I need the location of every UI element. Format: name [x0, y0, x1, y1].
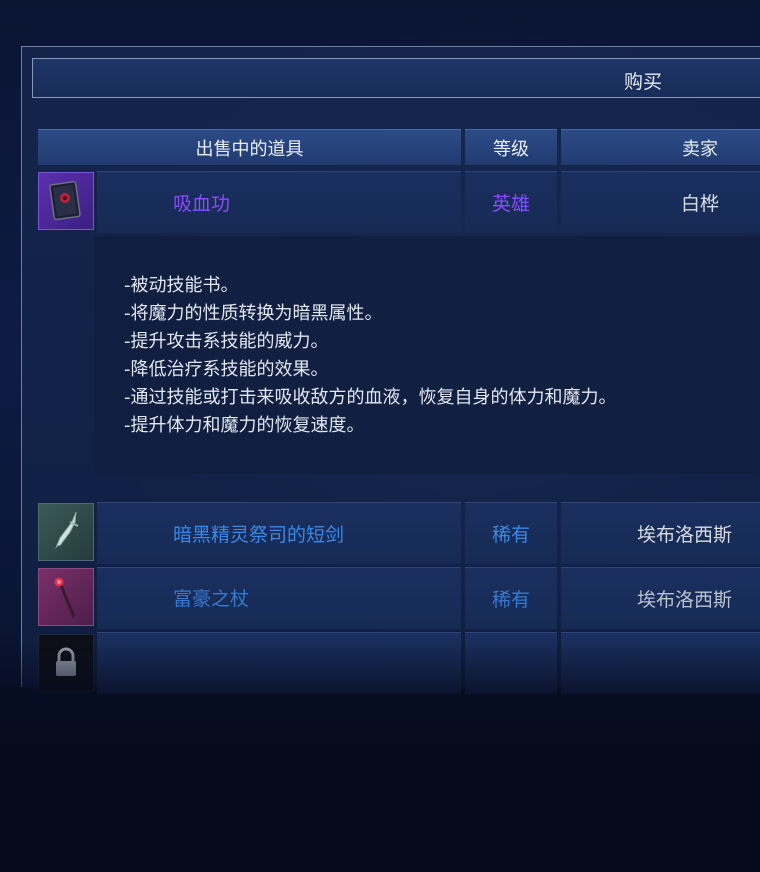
- item-seller-cell: 埃布洛西斯: [561, 502, 760, 564]
- item-grade: 英雄: [491, 193, 530, 215]
- bottom-fade-overlay: [0, 640, 760, 872]
- column-header-grade[interactable]: 等级: [465, 129, 557, 165]
- column-header-seller[interactable]: 卖家: [561, 129, 760, 165]
- item-seller: 白桦: [681, 193, 720, 215]
- buy-button-label: 购买: [624, 71, 663, 93]
- item-grade-cell: 稀有: [465, 567, 557, 629]
- item-grade-cell: 稀有: [465, 502, 557, 564]
- item-name-cell: 暗黑精灵祭司的短剑: [97, 502, 461, 564]
- item-name: 暗黑精灵祭司的短剑: [173, 524, 345, 546]
- item-seller-cell: 埃布洛西斯: [561, 567, 760, 629]
- column-header-item[interactable]: 出售中的道具: [38, 129, 461, 165]
- column-header-grade-label: 等级: [493, 138, 529, 160]
- item-seller: 埃布洛西斯: [637, 524, 733, 546]
- item-seller: 埃布洛西斯: [637, 589, 733, 611]
- item-name-cell: 富豪之杖: [97, 567, 461, 629]
- column-header-item-label: 出售中的道具: [195, 138, 304, 160]
- description-line: -被动技能书。: [124, 275, 239, 296]
- item-name: 吸血功: [173, 193, 231, 215]
- column-header-seller-label: 卖家: [682, 138, 718, 160]
- item-grade: 稀有: [491, 589, 530, 611]
- item-name: 富豪之杖: [173, 588, 250, 610]
- description-line: -提升体力和魔力的恢复速度。: [124, 415, 365, 436]
- item-grade-cell: 英雄: [465, 171, 557, 233]
- description-line: -提升攻击系技能的威力。: [124, 331, 329, 352]
- staff-icon[interactable]: [38, 568, 94, 626]
- item-name-cell: 吸血功: [97, 171, 461, 233]
- description-line: -通过技能或打击来吸收敌方的血液，恢复自身的体力和魔力。: [124, 387, 617, 408]
- item-seller-cell: 白桦: [561, 171, 760, 233]
- description-line: -将魔力的性质转换为暗黑属性。: [124, 303, 383, 324]
- dagger-icon[interactable]: [38, 503, 94, 561]
- skill-book-icon[interactable]: [38, 172, 94, 230]
- item-grade: 稀有: [491, 524, 530, 546]
- description-line: -降低治疗系技能的效果。: [124, 359, 329, 380]
